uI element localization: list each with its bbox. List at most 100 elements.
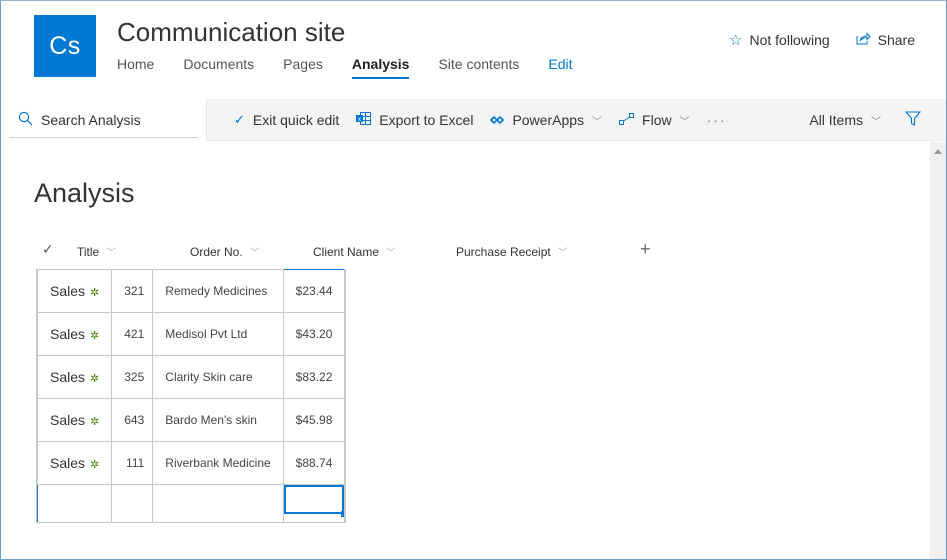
follow-label: Not following	[749, 32, 830, 48]
cell-purchase-receipt[interactable]: $83.22	[282, 355, 346, 399]
fill-handle[interactable]	[341, 511, 344, 517]
table-row[interactable]: Sales ✲ 643 Bardo Men's skin $45.98	[36, 398, 347, 442]
page-title: Analysis	[34, 178, 135, 208]
view-selector[interactable]: All Items ﹀	[809, 112, 881, 128]
cell-order-no[interactable]: 321	[111, 269, 154, 313]
search-box[interactable]	[0, 99, 207, 141]
nav-analysis[interactable]: Analysis	[351, 56, 409, 82]
chevron-down-icon: ﹀	[557, 248, 568, 259]
cell-client-name[interactable]: Bardo Men's skin	[152, 398, 284, 442]
cell-title-empty[interactable]	[36, 484, 113, 523]
table-row[interactable]: Sales ✲ 111 Riverbank Medicine $88.74	[36, 441, 347, 485]
nav-home[interactable]: Home	[117, 56, 154, 82]
flow-menu[interactable]: Flow ﹀	[619, 112, 690, 128]
cell-client-name[interactable]: Remedy Medicines	[152, 269, 284, 313]
select-all-checkbox[interactable]: ✓	[42, 241, 54, 258]
cell-purchase-receipt[interactable]: $88.74	[282, 441, 346, 485]
nav-documents[interactable]: Documents	[183, 56, 254, 82]
export-to-excel-button[interactable]: x Export to Excel	[356, 112, 473, 128]
excel-icon: x	[356, 112, 372, 128]
view-selector-label: All Items	[809, 112, 863, 128]
column-header-label: Order No.	[190, 244, 243, 259]
title-text: Sales	[50, 326, 86, 342]
site-navigation: Home Documents Pages Analysis Site conte…	[117, 56, 602, 82]
list-table: Sales ✲ 321 Remedy Medicines $23.44 Sales…	[36, 269, 347, 523]
site-header: Cs Communication site Home Documents Pag…	[0, 0, 947, 99]
add-column-button[interactable]: +	[640, 239, 651, 260]
cell-client-name[interactable]: Clarity Skin care	[152, 355, 284, 399]
filter-icon[interactable]	[904, 110, 922, 130]
table-row[interactable]: Sales ✲ 321 Remedy Medicines $23.44	[36, 269, 347, 313]
cell-purchase-receipt-focused[interactable]	[282, 484, 346, 523]
cell-extra	[344, 269, 347, 313]
cell-title[interactable]: Sales ✲	[36, 312, 113, 356]
header-actions: ☆ Not following Share	[703, 31, 915, 49]
share-button[interactable]: Share	[856, 31, 915, 49]
cell-order-no[interactable]: 111	[111, 441, 154, 485]
column-header-client-name[interactable]: Client Name ﹀	[313, 244, 396, 260]
vertical-scrollbar[interactable]	[930, 142, 946, 559]
title-text: Sales	[50, 369, 86, 385]
flow-icon	[619, 112, 635, 128]
chevron-down-icon: ﹀	[871, 116, 881, 128]
export-to-excel-label: Export to Excel	[379, 112, 474, 128]
cell-extra	[344, 312, 347, 356]
cell-order-no-empty[interactable]	[111, 484, 154, 523]
column-header-purchase-receipt[interactable]: Purchase Receipt ﹀	[456, 244, 568, 260]
star-outline-icon: ☆	[729, 32, 743, 49]
chevron-down-icon: ﹀	[249, 248, 260, 259]
cell-title[interactable]: Sales ✲	[36, 441, 113, 485]
command-bar: ✓ Exit quick edit x Export to Excel Powe…	[0, 99, 947, 141]
chevron-down-icon: ﹀	[106, 248, 117, 259]
cell-client-name-empty[interactable]	[152, 484, 284, 523]
cell-extra	[344, 484, 347, 523]
title-text: Sales	[50, 412, 86, 428]
cell-client-name[interactable]: Medisol Pvt Ltd	[152, 312, 284, 356]
site-title[interactable]: Communication site	[117, 17, 345, 48]
grid-header: ✓ Title ﹀ Order No. ﹀ Client Name ﹀ Purc…	[36, 236, 669, 269]
nav-site-contents[interactable]: Site contents	[438, 56, 519, 82]
cell-purchase-receipt[interactable]: $23.44	[282, 269, 346, 313]
cell-purchase-receipt[interactable]: $45.98	[282, 398, 346, 442]
column-header-order-no[interactable]: Order No. ﹀	[190, 244, 260, 260]
search-underline	[9, 137, 198, 138]
cell-extra	[344, 398, 347, 442]
search-icon	[18, 111, 33, 130]
title-text: Sales	[50, 455, 86, 471]
cell-extra	[344, 441, 347, 485]
nav-edit-link[interactable]: Edit	[548, 56, 572, 82]
svg-text:x: x	[358, 117, 361, 123]
table-row[interactable]: Sales ✲ 421 Medisol Pvt Ltd $43.20	[36, 312, 347, 356]
column-header-title[interactable]: Title ﹀	[77, 244, 117, 260]
new-item-icon: ✲	[90, 416, 100, 428]
search-input[interactable]	[41, 112, 191, 128]
site-logo[interactable]: Cs	[34, 15, 96, 77]
powerapps-menu[interactable]: PowerApps ﹀	[490, 112, 602, 128]
exit-quick-edit-button[interactable]: ✓ Exit quick edit	[234, 112, 339, 128]
new-item-row[interactable]	[36, 484, 347, 523]
scroll-up-arrow-icon[interactable]	[934, 149, 942, 154]
cell-purchase-receipt[interactable]: $43.20	[282, 312, 346, 356]
cell-title[interactable]: Sales ✲	[36, 355, 113, 399]
share-icon	[856, 31, 871, 49]
new-item-icon: ✲	[90, 373, 100, 385]
column-header-label: Purchase Receipt	[456, 244, 551, 259]
new-item-icon: ✲	[90, 330, 100, 342]
cell-extra	[344, 355, 347, 399]
command-items: ✓ Exit quick edit x Export to Excel Powe…	[234, 99, 744, 141]
cell-focus-outline	[284, 485, 344, 514]
table-row[interactable]: Sales ✲ 325 Clarity Skin care $83.22	[36, 355, 347, 399]
follow-button[interactable]: ☆ Not following	[729, 31, 830, 49]
more-commands-button[interactable]: ···	[707, 112, 727, 128]
new-item-icon: ✲	[90, 459, 100, 471]
cell-order-no[interactable]: 421	[111, 312, 154, 356]
nav-pages[interactable]: Pages	[283, 56, 323, 82]
cell-client-name[interactable]: Riverbank Medicine	[152, 441, 284, 485]
flow-label: Flow	[642, 112, 672, 128]
cell-title[interactable]: Sales ✲	[36, 398, 113, 442]
powerapps-icon	[490, 113, 505, 128]
cell-order-no[interactable]: 643	[111, 398, 154, 442]
cell-order-no[interactable]: 325	[111, 355, 154, 399]
exit-quick-edit-label: Exit quick edit	[252, 112, 340, 128]
cell-title[interactable]: Sales ✲	[36, 269, 113, 313]
